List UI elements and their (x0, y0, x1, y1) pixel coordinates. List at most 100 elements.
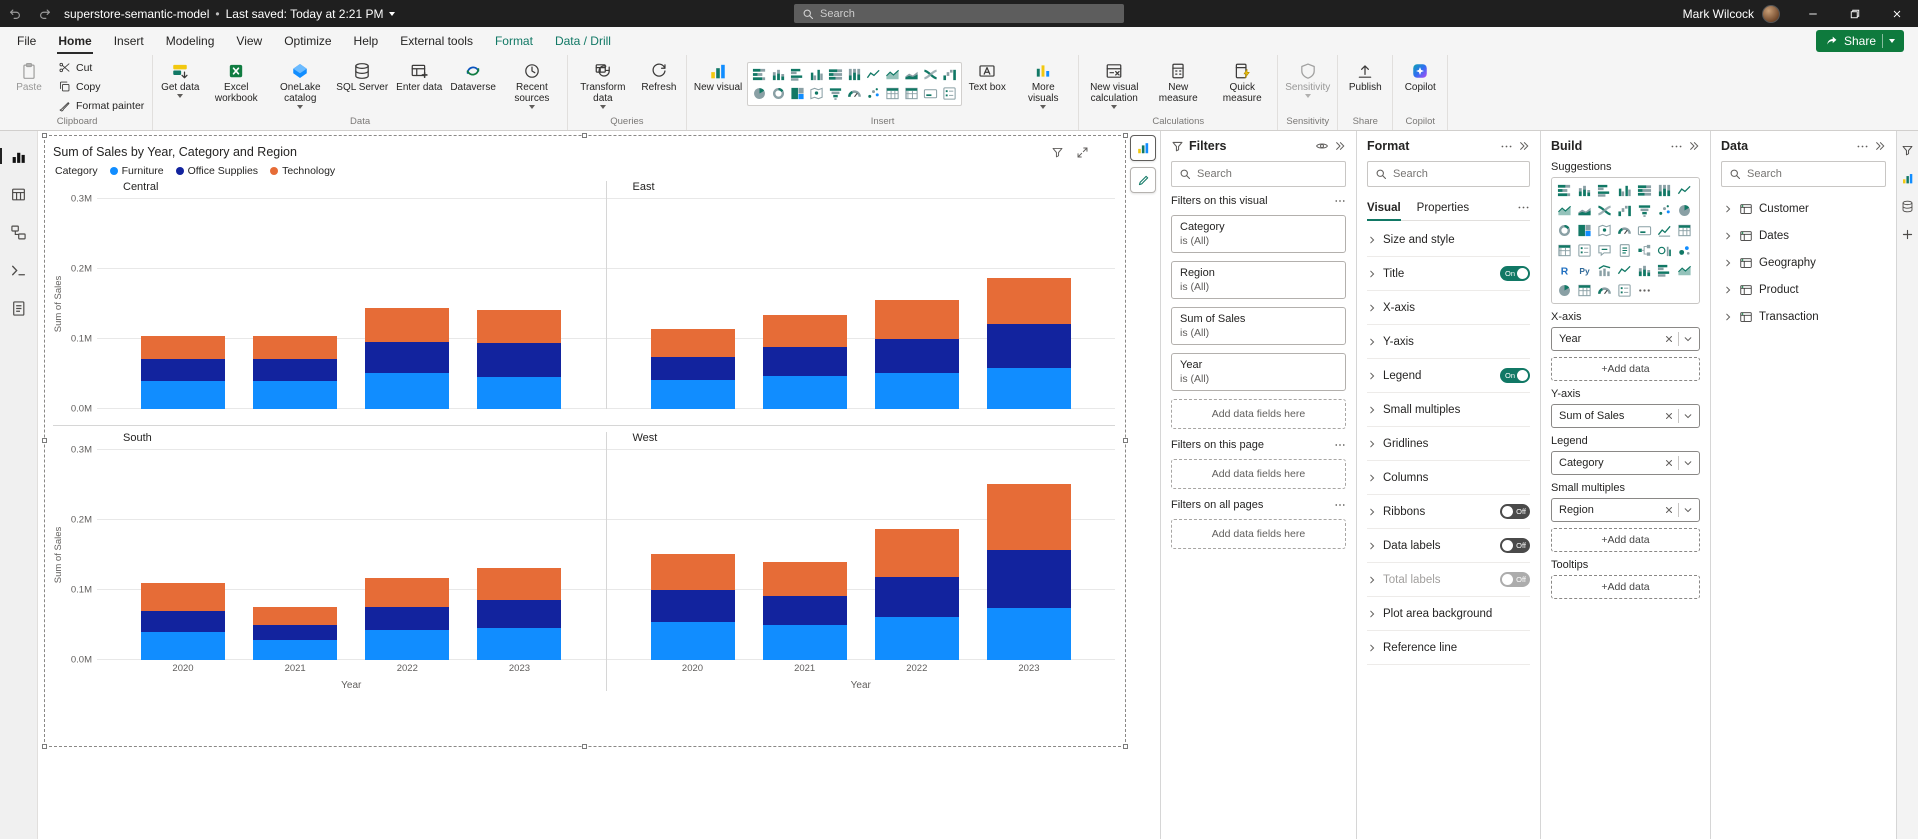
suggestion-pie[interactable] (1555, 281, 1574, 300)
collapse-pane-icon[interactable] (1334, 140, 1346, 152)
table-view-button[interactable] (6, 181, 32, 207)
visual-type-card[interactable] (921, 84, 940, 103)
suggestion-donut[interactable] (1555, 221, 1574, 240)
recent-sources-button[interactable]: Recent sources (501, 58, 563, 111)
eye-icon[interactable] (1315, 139, 1329, 153)
focus-mode-icon[interactable] (1076, 146, 1089, 159)
filter-card-category[interactable]: Category is (All) (1171, 215, 1346, 253)
bar-south-2021[interactable] (253, 606, 338, 660)
format-section-title[interactable]: Title On (1367, 257, 1530, 291)
suggestion-pie[interactable] (1675, 201, 1694, 220)
more-options-icon[interactable] (1334, 439, 1346, 451)
suggestion-clustered-col[interactable] (1615, 181, 1634, 200)
chevron-right-icon[interactable] (1723, 204, 1733, 214)
field-pill-sum-of-sales[interactable]: Sum of Sales (1551, 404, 1700, 428)
enter-data-button[interactable]: Enter data (393, 58, 445, 95)
visual-type-stacked-bar[interactable] (750, 65, 769, 84)
resize-handle[interactable] (42, 744, 47, 749)
bar-east-2023[interactable] (986, 278, 1071, 409)
field-pill-year[interactable]: Year (1551, 327, 1700, 351)
chart-visual[interactable]: Sum of Sales by Year, Category and Regio… (42, 133, 1128, 749)
toggle-legend[interactable]: On (1500, 368, 1530, 383)
visual-type-clustered-col[interactable] (807, 65, 826, 84)
suggestion-table[interactable] (1675, 221, 1694, 240)
field-options-icon[interactable] (1679, 411, 1697, 421)
suggestion-line[interactable] (1675, 181, 1694, 200)
format-section-gridlines[interactable]: Gridlines (1367, 427, 1530, 461)
format-section-size-and-style[interactable]: Size and style (1367, 223, 1530, 257)
visual-type-clustered-bar[interactable] (788, 65, 807, 84)
data-search-input[interactable] (1747, 168, 1878, 180)
collapse-pane-icon[interactable] (1874, 140, 1886, 152)
suggestion-scatter[interactable] (1655, 201, 1674, 220)
bar-central-2020[interactable] (141, 335, 225, 409)
bar-south-2020[interactable] (141, 583, 225, 660)
remove-field-icon[interactable] (1660, 334, 1678, 344)
file-title-menu[interactable]: superstore-semantic-model • Last saved: … (64, 7, 396, 21)
bar-east-2022[interactable] (874, 299, 959, 409)
filters-search[interactable] (1171, 161, 1346, 187)
paste-button[interactable]: Paste (6, 58, 52, 95)
toggle-title[interactable]: On (1500, 266, 1530, 281)
visual-type-pct-col[interactable] (845, 65, 864, 84)
visual-type-funnel[interactable] (826, 84, 845, 103)
visual-type-treemap[interactable] (788, 84, 807, 103)
suggestion-line[interactable] (1615, 261, 1634, 280)
cut-button[interactable]: Cut (54, 58, 148, 77)
suggestion-slicer[interactable] (1575, 241, 1594, 260)
legend-item-furniture[interactable]: Furniture (109, 165, 164, 177)
suggestion-kpi[interactable] (1655, 221, 1674, 240)
legend-item-technology[interactable]: Technology (270, 165, 335, 177)
collapse-pane-icon[interactable] (1518, 140, 1530, 152)
legend-item-office-supplies[interactable]: Office Supplies (175, 165, 258, 177)
bar-central-2023[interactable] (477, 309, 562, 409)
visual-type-pie[interactable] (750, 84, 769, 103)
suggestion-ellipsis[interactable] (1635, 281, 1654, 300)
more-options-icon[interactable] (1517, 201, 1530, 214)
dataverse-button[interactable]: Dataverse (447, 58, 499, 95)
small-multiple-west[interactable]: West 2020 2021 2022 2023 Year (605, 432, 1115, 691)
onelake-catalog-button[interactable]: OneLake catalog (269, 58, 331, 111)
suggestion-pct-col[interactable] (1655, 181, 1674, 200)
bar-central-2021[interactable] (253, 335, 338, 409)
data-table-product[interactable]: Product (1721, 276, 1886, 303)
bar-south-2023[interactable] (477, 567, 562, 660)
add-data-dropzone[interactable]: +Add data (1551, 575, 1700, 599)
ribbon-tab-format[interactable]: Format (484, 28, 544, 54)
small-multiple-south[interactable]: South 2020 2021 2022 2023 Year (97, 432, 606, 691)
format-painter-button[interactable]: Format painter (54, 96, 148, 115)
format-section-x-axis[interactable]: X-axis (1367, 291, 1530, 325)
bar-west-2020[interactable] (650, 554, 735, 660)
format-section-small-multiples[interactable]: Small multiples (1367, 393, 1530, 427)
ribbon-tab-home[interactable]: Home (47, 28, 102, 54)
chevron-right-icon[interactable] (1723, 312, 1733, 322)
visual-filter-icon[interactable] (1051, 146, 1064, 159)
toggle-total-labels[interactable]: Off (1500, 572, 1530, 587)
format-section-total-labels[interactable]: Total labels Off (1367, 563, 1530, 597)
chevron-right-icon[interactable] (1723, 285, 1733, 295)
ribbon-tab-modeling[interactable]: Modeling (155, 28, 226, 54)
suggestion-stacked-col[interactable] (1635, 261, 1654, 280)
suggestion-waterfall[interactable] (1615, 201, 1634, 220)
tmdl-view-button[interactable] (6, 295, 32, 321)
format-search[interactable] (1367, 161, 1530, 187)
bar-east-2021[interactable] (762, 314, 847, 409)
report-canvas[interactable]: Sum of Sales by Year, Category and Regio… (38, 131, 1160, 839)
suggestion-map[interactable] (1595, 221, 1614, 240)
add-data-dropzone[interactable]: +Add data (1551, 528, 1700, 552)
redo-button[interactable] (30, 0, 60, 27)
add-data-fields-dropzone[interactable]: Add data fields here (1171, 519, 1346, 549)
sql-server-button[interactable]: SQL Server (333, 58, 391, 95)
visual-type-waterfall[interactable] (940, 65, 959, 84)
chevron-right-icon[interactable] (1723, 231, 1733, 241)
add-data-dropzone[interactable]: +Add data (1551, 357, 1700, 381)
more-options-icon[interactable] (1334, 195, 1346, 207)
suggestion-pct-bar[interactable] (1635, 181, 1654, 200)
tab-properties[interactable]: Properties (1417, 195, 1469, 220)
visual-type-pct-bar[interactable] (826, 65, 845, 84)
share-button[interactable]: Share (1815, 30, 1904, 52)
format-section-ribbons[interactable]: Ribbons Off (1367, 495, 1530, 529)
suggestion-card[interactable] (1635, 221, 1654, 240)
field-options-icon[interactable] (1679, 458, 1697, 468)
bar-west-2022[interactable] (874, 529, 959, 660)
